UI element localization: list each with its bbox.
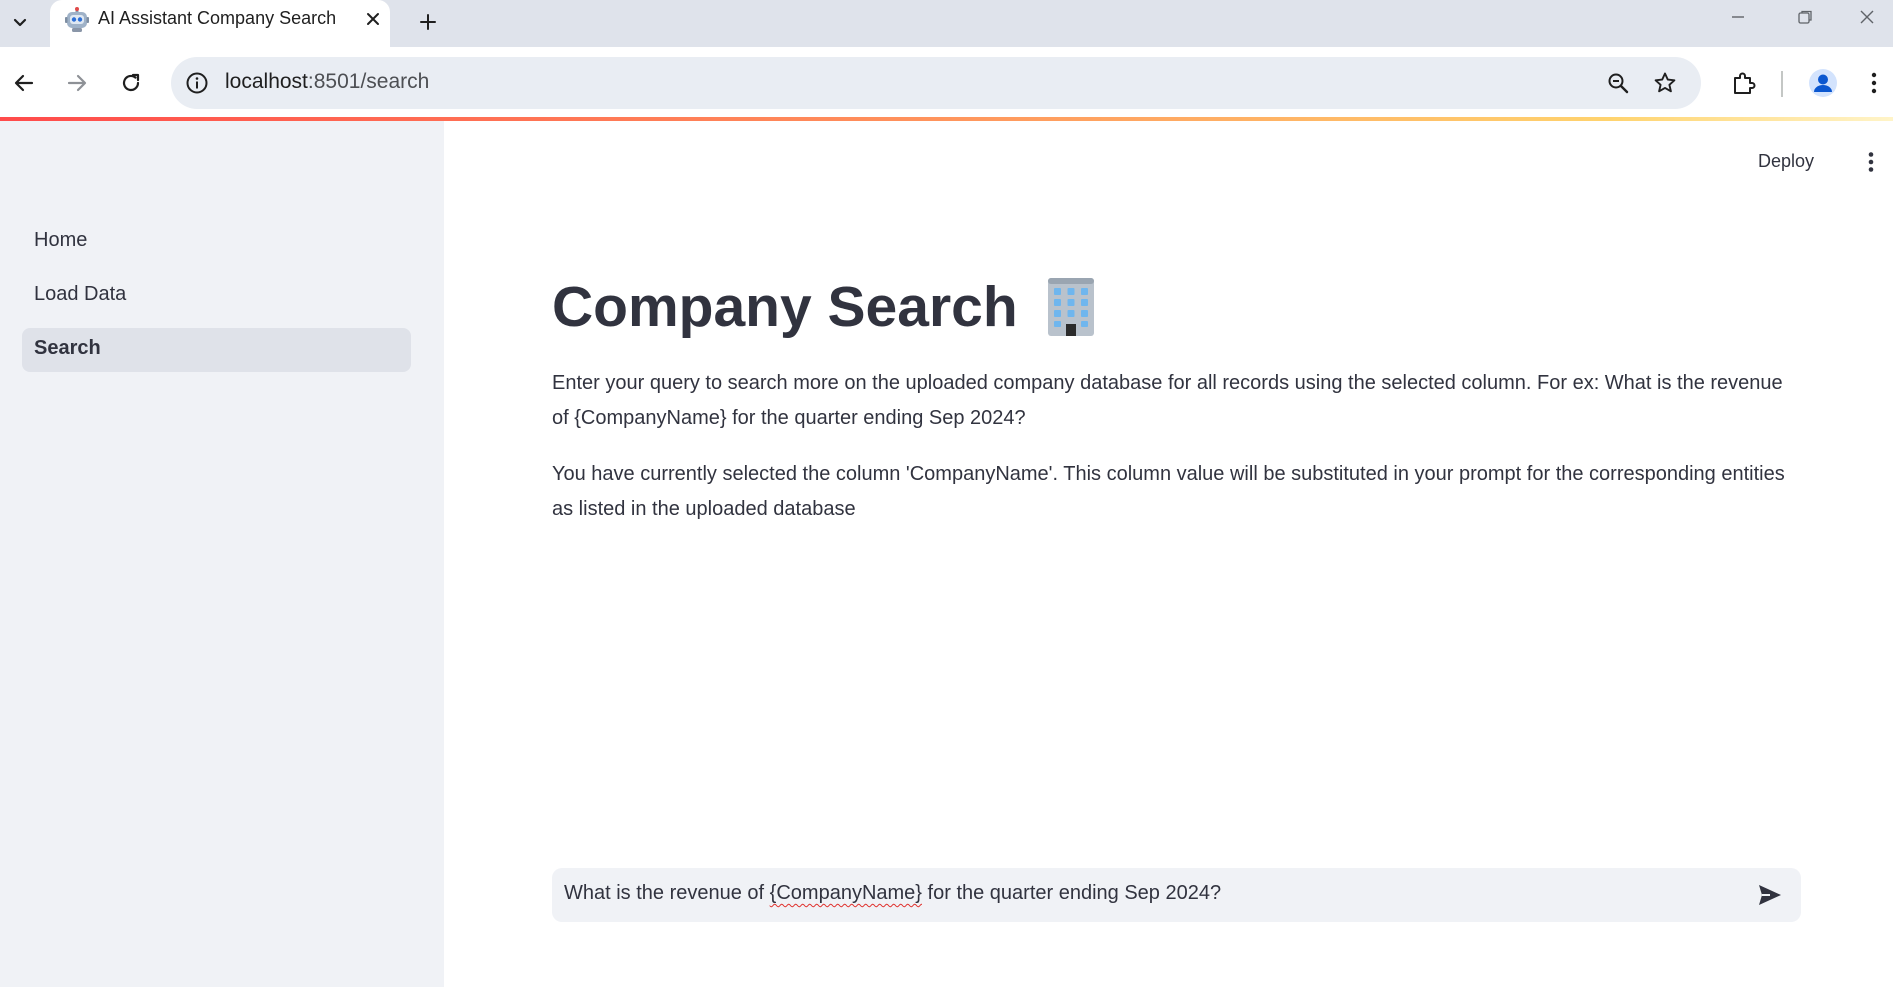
- close-window-icon[interactable]: [1840, 0, 1893, 34]
- deploy-button[interactable]: Deploy: [1758, 151, 1814, 172]
- browser-tab-active[interactable]: AI Assistant Company Search: [50, 0, 390, 47]
- sidebar-item-home[interactable]: Home: [22, 220, 411, 264]
- selected-column-note: You have currently selected the column '…: [552, 463, 1785, 520]
- query-suffix: for the quarter ending Sep 2024?: [921, 882, 1222, 904]
- sidebar-item-label: Search: [34, 337, 101, 359]
- column-placeholder-token: {CompanyName}: [769, 882, 922, 904]
- query-prefix: What is the revenue of: [564, 882, 770, 904]
- office-building-icon: [1040, 276, 1102, 338]
- restore-window-icon[interactable]: [1772, 0, 1838, 34]
- close-tab-icon[interactable]: [360, 6, 386, 32]
- page-title: Company Search: [552, 274, 1018, 339]
- sidebar-item-search[interactable]: Search: [22, 328, 411, 372]
- robot-favicon-icon: [64, 7, 90, 33]
- tab-title: AI Assistant Company Search: [98, 8, 337, 28]
- page-title-row: Company Search: [552, 276, 1102, 338]
- browser-toolbar: localhost:8501/search: [0, 47, 1893, 121]
- zoom-magnifier-icon[interactable]: [1602, 67, 1634, 99]
- browser-menu-kebab-icon[interactable]: [1856, 63, 1892, 103]
- reload-icon[interactable]: [111, 63, 151, 103]
- chat-input-value[interactable]: What is the revenue of {CompanyName} for…: [564, 882, 1221, 905]
- app-menu-kebab-icon[interactable]: [1854, 145, 1888, 179]
- profile-avatar-icon[interactable]: [1803, 63, 1843, 103]
- chat-input[interactable]: What is the revenue of {CompanyName} for…: [552, 868, 1801, 922]
- back-arrow-icon[interactable]: [4, 63, 44, 103]
- browser-tab-strip: AI Assistant Company Search: [0, 0, 1893, 47]
- site-info-icon[interactable]: [183, 69, 211, 97]
- main-content: Deploy Company Search Enter your query t…: [444, 121, 1893, 987]
- sidebar-item-load-data[interactable]: Load Data: [22, 274, 411, 318]
- forward-arrow-icon[interactable]: [57, 63, 97, 103]
- url-text: localhost:8501/search: [225, 70, 429, 94]
- sidebar-item-label: Home: [34, 229, 88, 251]
- tab-search-chevron-icon[interactable]: [4, 6, 36, 38]
- sidebar-item-label: Load Data: [34, 283, 127, 305]
- url-host: localhost: [225, 70, 308, 93]
- minimize-window-icon[interactable]: [1705, 0, 1771, 34]
- bookmark-star-icon[interactable]: [1649, 67, 1681, 99]
- send-arrow-icon[interactable]: [1752, 878, 1788, 912]
- new-tab-plus-icon[interactable]: [410, 4, 446, 40]
- sidebar: Home Load Data Search: [0, 121, 444, 987]
- toolbar-divider: [1781, 71, 1783, 97]
- address-bar[interactable]: localhost:8501/search: [171, 57, 1701, 109]
- url-path: :8501/search: [307, 70, 430, 93]
- extensions-puzzle-icon[interactable]: [1723, 63, 1763, 103]
- search-description: Enter your query to search more on the u…: [552, 372, 1783, 429]
